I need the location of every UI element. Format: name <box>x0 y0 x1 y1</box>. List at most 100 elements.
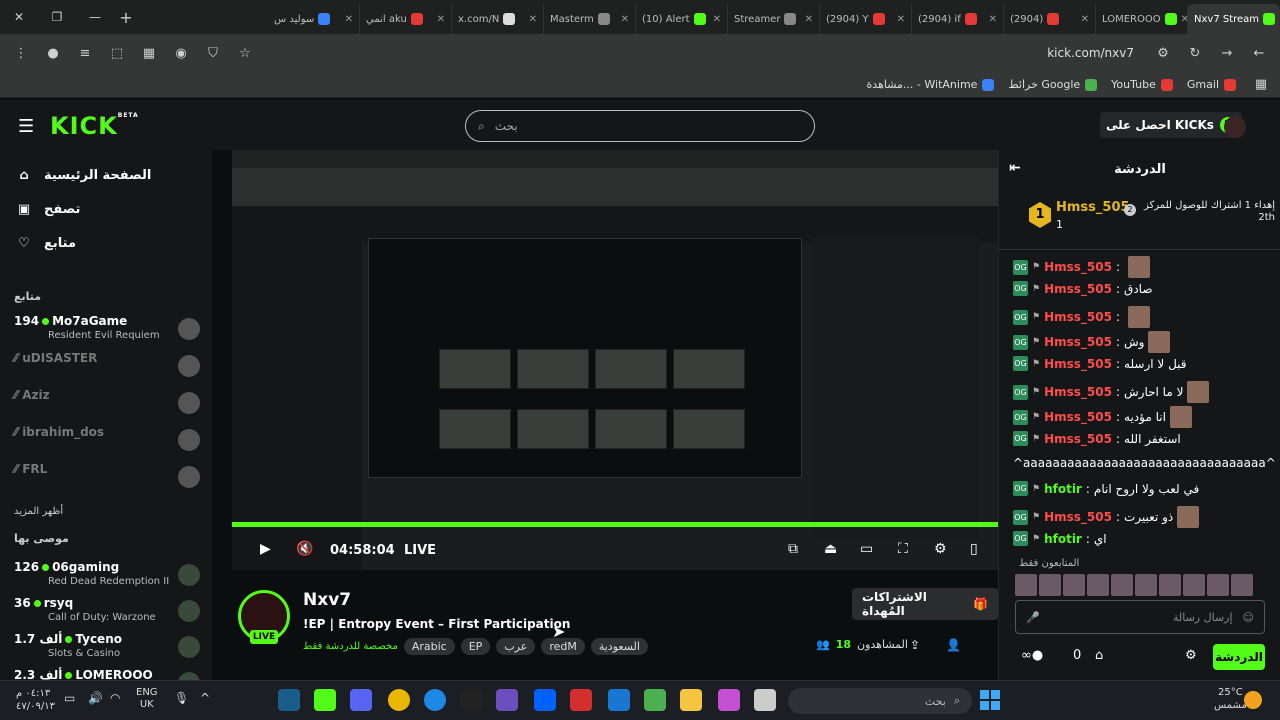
sidebar-channel[interactable]: ⁄⁄ uDISASTER <box>14 351 204 385</box>
fullscreen-icon[interactable]: ⛶ <box>898 541 908 557</box>
clip-icon[interactable]: ⏏ <box>824 541 837 557</box>
chrome-icon[interactable] <box>388 689 410 711</box>
app-icon[interactable] <box>570 689 592 711</box>
sidebar-nav-item[interactable]: ♡ متابع <box>16 236 76 251</box>
sidebar-channel[interactable]: 36 rsyq Call of Duty: Warzone <box>14 596 204 630</box>
theater-mode-icon[interactable]: ▭ <box>860 541 873 557</box>
tab-close-icon[interactable]: ✕ <box>437 14 445 25</box>
sidebar-nav-item[interactable]: ▣ تصفح <box>16 202 81 217</box>
kick-logo[interactable]: KICKBETA <box>50 112 139 140</box>
copilot-icon[interactable] <box>718 689 740 711</box>
edge-icon[interactable] <box>424 689 446 711</box>
subscriber-avatar[interactable] <box>1087 574 1109 596</box>
sidebar-channel[interactable]: ⁄⁄ Aziz <box>14 388 204 422</box>
tab-close-icon[interactable]: ✕ <box>1081 14 1089 25</box>
sidebar-channel[interactable]: ⁄⁄ ibrahim_dos <box>14 425 204 459</box>
stream-tag[interactable]: EP <box>460 638 491 655</box>
streamer-name[interactable]: Nxv7 <box>303 590 351 610</box>
restore-window-icon[interactable]: ❐ <box>38 10 76 24</box>
extension-icon[interactable]: ◉ <box>170 46 192 61</box>
bookmark-item[interactable]: YouTube <box>1111 78 1173 91</box>
browser-tab[interactable]: Masterm ✕ <box>544 4 636 34</box>
chat-username[interactable]: Hmss_505 <box>1044 282 1112 296</box>
tab-close-icon[interactable]: ✕ <box>713 14 721 25</box>
browser-tab[interactable]: (10) Alert ✕ <box>636 4 728 34</box>
discord-icon[interactable] <box>350 689 372 711</box>
minimize-window-icon[interactable]: — <box>76 10 114 24</box>
subscriber-avatar[interactable] <box>1015 574 1037 596</box>
chat-settings-icon[interactable]: ⚙ <box>1185 648 1197 663</box>
app-icon[interactable] <box>754 689 776 711</box>
browser-tab[interactable]: LOMEROOO ✕ <box>1096 4 1188 34</box>
subscriber-avatar[interactable] <box>1135 574 1157 596</box>
sidebar-nav-item[interactable]: ⌂ الصفحة الرئيسية <box>16 168 151 183</box>
chat-username[interactable]: Hmss_505 <box>1044 510 1112 524</box>
subscriber-avatar[interactable] <box>1231 574 1253 596</box>
back-icon[interactable]: ← <box>1248 46 1270 61</box>
extension-icon[interactable]: ▦ <box>138 46 160 61</box>
bookmark-item[interactable]: Gmail <box>1187 78 1236 91</box>
tab-close-icon[interactable]: ✕ <box>1181 14 1187 25</box>
grid-apps-icon[interactable]: ▦ <box>1250 77 1272 92</box>
tray-overflow-icon[interactable]: ^ <box>200 691 210 705</box>
browser-tab[interactable]: سوليد س ✕ <box>268 4 360 34</box>
chat-username[interactable]: Hmss_505 <box>1044 357 1112 371</box>
bookmark-item[interactable]: مشاهدة... - WitAnime <box>867 78 995 91</box>
reload-icon[interactable]: ↻ <box>1184 46 1206 61</box>
menu-icon[interactable]: ⋮ <box>10 46 32 61</box>
chat-username[interactable]: hfotir <box>1044 532 1082 546</box>
sidebar-channel[interactable]: 126 06gaming Red Dead Redemption II <box>14 560 204 594</box>
chat-username[interactable]: Hmss_505 <box>1044 432 1112 446</box>
dropbox-icon[interactable] <box>534 689 556 711</box>
get-kicks-button[interactable]: احصل على KICKs K <box>1100 112 1242 138</box>
forward-icon[interactable]: → <box>1216 46 1238 61</box>
chat-username[interactable]: Hmss_505 <box>1044 410 1112 424</box>
video-player[interactable]: ▶ 🔇 04:58:04 LIVE ⧉ ⏏ ▭ ⛶ ⚙ ▯ <box>232 150 998 570</box>
tab-close-icon[interactable]: ✕ <box>529 14 537 25</box>
browser-tab[interactable]: x.com/N ✕ <box>452 4 544 34</box>
play-icon[interactable]: ▶ <box>260 541 271 557</box>
browser-tab[interactable]: (2904) Y ✕ <box>820 4 912 34</box>
gifted-subs-button[interactable]: الاشتراكات المُهداة 🎁 <box>852 588 998 620</box>
stream-tag[interactable]: السعودية <box>590 638 648 655</box>
send-chat-button[interactable]: الدردشة <box>1213 644 1265 670</box>
outlook-icon[interactable] <box>608 689 630 711</box>
follow-user-icon[interactable]: 👤 <box>946 638 961 652</box>
share-icon[interactable]: ⇪ <box>910 638 920 652</box>
tab-close-icon[interactable]: ✕ <box>621 14 629 25</box>
chat-username[interactable]: Hmss_505 <box>1044 260 1112 274</box>
extensions-puzzle-icon[interactable]: ⬚ <box>106 46 128 61</box>
chat-username[interactable]: Hmss_505 <box>1044 385 1112 399</box>
user-avatar[interactable] <box>1224 116 1246 138</box>
shield-icon[interactable]: ⛉ <box>202 46 224 61</box>
sidebar-channel[interactable]: 1.7 ألف Tyceno Slots & Casino <box>14 632 204 666</box>
url-field[interactable]: kick.com/nxv7 <box>266 39 1142 67</box>
bookmark-item[interactable]: خرائط Google <box>1008 78 1098 91</box>
chat-message-input[interactable]: 🎤 إرسال رسالة ☺ <box>1015 600 1265 634</box>
mic-tray-icon[interactable]: 🎙 <box>174 691 189 705</box>
chat-username[interactable]: hfotir <box>1044 482 1082 496</box>
stream-tag[interactable]: Arabic <box>403 638 455 655</box>
app-icon[interactable] <box>496 689 518 711</box>
subscriber-avatar[interactable] <box>1159 574 1181 596</box>
close-window-icon[interactable]: ✕ <box>0 10 38 24</box>
battery-icon[interactable]: ▭ <box>64 691 75 705</box>
tab-close-icon[interactable]: ✕ <box>989 14 997 25</box>
sidebar-toggle-icon[interactable]: ▯ <box>970 541 978 557</box>
sidebar-channel[interactable]: 194 Mo7aGame Resident Evil Requiem <box>14 314 204 348</box>
extension-icon[interactable]: ● <box>42 46 64 61</box>
site-settings-icon[interactable]: ⚙ <box>1152 46 1174 61</box>
chat-username[interactable]: Hmss_505 <box>1044 310 1112 324</box>
wifi-icon[interactable]: ◠ <box>110 691 120 705</box>
hamburger-menu-icon[interactable]: ☰ <box>18 116 34 137</box>
kick-app-icon[interactable] <box>314 689 336 711</box>
weather-widget[interactable]: 25°C مشمس <box>1214 686 1247 712</box>
browser-tab[interactable]: Nxv7 Stream✕ <box>1188 4 1280 34</box>
clock[interactable]: ٠٤:١٣ م ٤٧/٠٩/١٣ <box>16 687 55 713</box>
chat-username[interactable]: Hmss_505 <box>1044 335 1112 349</box>
collapse-chat-icon[interactable]: ⇤ <box>1009 160 1021 176</box>
store-app-icon[interactable] <box>644 689 666 711</box>
live-indicator[interactable]: LIVE <box>404 543 436 558</box>
progress-bar[interactable] <box>232 522 998 527</box>
subscriber-avatar[interactable] <box>1111 574 1133 596</box>
